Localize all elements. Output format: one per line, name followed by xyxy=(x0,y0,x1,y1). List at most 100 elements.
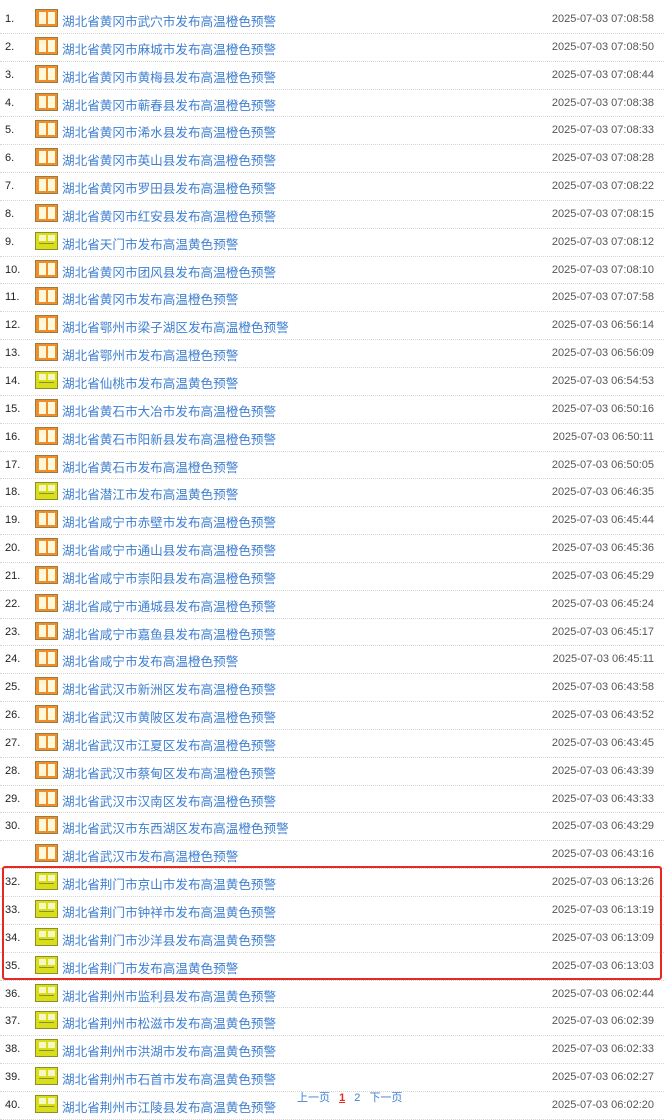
alert-timestamp: 2025-07-03 06:43:39 xyxy=(551,764,654,777)
orange-warning-icon xyxy=(35,259,58,278)
alert-title-link[interactable]: 湖北省武汉市蔡甸区发布高温橙色预警 xyxy=(62,763,276,782)
alert-title-link[interactable]: 湖北省仙桃市发布高温黄色预警 xyxy=(62,373,238,392)
alert-timestamp: 2025-07-03 06:43:58 xyxy=(551,681,654,694)
item-number: 13. xyxy=(5,347,21,360)
alert-timestamp: 2025-07-03 07:08:58 xyxy=(551,13,654,25)
item-number: 26. xyxy=(5,709,21,722)
orange-warning-icon xyxy=(35,732,58,751)
page-2-link[interactable]: 2 xyxy=(354,1092,360,1104)
alert-title-link[interactable]: 湖北省咸宁市赤壁市发布高温橙色预警 xyxy=(62,512,276,531)
yellow-warning-icon xyxy=(35,482,58,501)
alert-title-link[interactable]: 湖北省黄石市大冶市发布高温橙色预警 xyxy=(62,401,276,420)
alert-timestamp: 2025-07-03 06:45:44 xyxy=(551,514,654,527)
alert-title-link[interactable]: 湖北省黄石市发布高温橙色预警 xyxy=(62,457,238,476)
alert-title-link[interactable]: 湖北省黄冈市黄梅县发布高温橙色预警 xyxy=(62,67,276,86)
alert-timestamp: 2025-07-03 07:08:10 xyxy=(551,263,654,276)
yellow-warning-icon xyxy=(35,1011,58,1030)
item-number: 4. xyxy=(5,96,15,109)
alert-title-link[interactable]: 湖北省武汉市黄陂区发布高温橙色预警 xyxy=(62,707,276,726)
alert-title-link[interactable]: 湖北省鄂州市梁子湖区发布高温橙色预警 xyxy=(62,317,289,336)
alert-timestamp: 2025-07-03 06:45:11 xyxy=(552,653,654,666)
orange-warning-icon xyxy=(35,621,58,640)
alert-title-link[interactable]: 湖北省武汉市东西湖区发布高温橙色预警 xyxy=(62,818,289,837)
yellow-warning-icon xyxy=(35,983,58,1002)
alert-title-link[interactable]: 湖北省咸宁市通城县发布高温橙色预警 xyxy=(62,596,276,615)
list-item: 20. 湖北省咸宁市通山县发布高温橙色预警 2025-07-03 06:45:36 xyxy=(0,535,664,563)
list-item: 12. 湖北省鄂州市梁子湖区发布高温橙色预警 2025-07-03 06:56:14 xyxy=(0,312,664,341)
alert-title-link[interactable]: 湖北省黄冈市麻城市发布高温橙色预警 xyxy=(62,39,276,58)
orange-warning-icon xyxy=(35,315,58,334)
alert-timestamp: 2025-07-03 06:02:39 xyxy=(551,1015,654,1028)
list-item: 8. 湖北省黄冈市红安县发布高温橙色预警 2025-07-03 07:08:15 xyxy=(0,201,664,229)
item-number: 10. xyxy=(5,263,21,276)
alert-title-link[interactable]: 湖北省武汉市发布高温橙色预警 xyxy=(62,846,238,865)
alert-timestamp: 2025-07-03 06:54:53 xyxy=(551,374,654,387)
alert-title-link[interactable]: 湖北省荆州市洪湖市发布高温黄色预警 xyxy=(62,1041,276,1060)
alert-title-link[interactable]: 湖北省黄石市阳新县发布高温橙色预警 xyxy=(62,429,276,448)
list-item: 6. 湖北省黄冈市英山县发布高温橙色预警 2025-07-03 07:08:28 xyxy=(0,145,664,174)
alert-title-link[interactable]: 湖北省黄冈市罗田县发布高温橙色预警 xyxy=(62,178,276,197)
pagination: 上一页 1 2 下一页 xyxy=(297,1089,408,1105)
next-page-link[interactable]: 下一页 xyxy=(369,1092,402,1104)
alert-timestamp: 2025-07-03 06:45:17 xyxy=(551,625,654,638)
alert-timestamp: 2025-07-03 07:08:28 xyxy=(551,152,654,165)
item-number: 38. xyxy=(5,1043,21,1056)
alert-title-link[interactable]: 湖北省咸宁市通山县发布高温橙色预警 xyxy=(62,540,276,559)
orange-warning-icon xyxy=(35,844,58,863)
alert-title-link[interactable]: 湖北省鄂州市发布高温橙色预警 xyxy=(62,345,238,364)
alert-title-link[interactable]: 湖北省黄冈市蕲春县发布高温橙色预警 xyxy=(62,95,276,114)
orange-warning-icon xyxy=(35,510,58,529)
alert-timestamp: 2025-07-03 06:02:27 xyxy=(551,1071,654,1084)
yellow-warning-icon xyxy=(35,1039,58,1058)
alert-title-link[interactable]: 湖北省黄冈市英山县发布高温橙色预警 xyxy=(62,150,276,169)
item-number: 21. xyxy=(5,569,21,582)
orange-warning-icon xyxy=(35,649,58,668)
list-item: 7. 湖北省黄冈市罗田县发布高温橙色预警 2025-07-03 07:08:22 xyxy=(0,173,664,201)
alert-title-link[interactable]: 湖北省武汉市江夏区发布高温橙色预警 xyxy=(62,735,276,754)
alert-title-link[interactable]: 湖北省黄冈市红安县发布高温橙色预警 xyxy=(62,206,276,225)
alert-title-link[interactable]: 湖北省咸宁市发布高温橙色预警 xyxy=(62,651,238,670)
alert-timestamp: 2025-07-03 07:08:12 xyxy=(551,235,654,248)
yellow-warning-icon xyxy=(35,1067,58,1086)
item-number: 7. xyxy=(5,180,15,193)
item-number: 5. xyxy=(5,124,15,137)
alert-title-link[interactable]: 湖北省武汉市汉南区发布高温橙色预警 xyxy=(62,791,276,810)
prev-page-link[interactable]: 上一页 xyxy=(297,1092,330,1104)
item-number: 15. xyxy=(5,402,21,415)
alert-title-link[interactable]: 湖北省荆州市江陵县发布高温黄色预警 xyxy=(62,1097,276,1116)
alert-title-link[interactable]: 湖北省武汉市新洲区发布高温橙色预警 xyxy=(62,679,276,698)
list-item: 27. 湖北省武汉市江夏区发布高温橙色预警 2025-07-03 06:43:45 xyxy=(0,730,664,758)
item-number: 19. xyxy=(5,514,21,527)
orange-warning-icon xyxy=(35,454,58,473)
orange-warning-icon xyxy=(35,816,58,835)
orange-warning-icon xyxy=(35,677,58,696)
list-item: 25. 湖北省武汉市新洲区发布高温橙色预警 2025-07-03 06:43:58 xyxy=(0,674,664,703)
alert-timestamp: 2025-07-03 06:45:36 xyxy=(551,542,654,555)
list-item: 21. 湖北省咸宁市崇阳县发布高温橙色预警 2025-07-03 06:45:29 xyxy=(0,563,664,591)
list-item: 4. 湖北省黄冈市蕲春县发布高温橙色预警 2025-07-03 07:08:38 xyxy=(0,90,664,118)
alert-title-link[interactable]: 湖北省黄冈市团风县发布高温橙色预警 xyxy=(62,262,276,281)
alert-title-link[interactable]: 湖北省黄冈市发布高温橙色预警 xyxy=(62,289,238,308)
orange-warning-icon xyxy=(35,426,58,445)
item-number: 8. xyxy=(5,207,15,220)
item-number: 9. xyxy=(5,235,15,248)
alert-title-link[interactable]: 湖北省荆州市监利县发布高温黄色预警 xyxy=(62,986,276,1005)
alert-title-link[interactable]: 湖北省黄冈市武穴市发布高温橙色预警 xyxy=(62,11,276,30)
list-item: 26. 湖北省武汉市黄陂区发布高温橙色预警 2025-07-03 06:43:52 xyxy=(0,702,664,730)
alert-title-link[interactable]: 湖北省咸宁市崇阳县发布高温橙色预警 xyxy=(62,568,276,587)
alert-title-link[interactable]: 湖北省黄冈市浠水县发布高温橙色预警 xyxy=(62,122,276,141)
alert-title-link[interactable]: 湖北省潜江市发布高温黄色预警 xyxy=(62,484,238,503)
page-1-link[interactable]: 1 xyxy=(339,1092,345,1104)
list-item: 9. 湖北省天门市发布高温黄色预警 2025-07-03 07:08:12 xyxy=(0,229,664,257)
alert-title-link[interactable]: 湖北省荆州市松滋市发布高温黄色预警 xyxy=(62,1013,276,1032)
alert-title-link[interactable]: 湖北省咸宁市嘉鱼县发布高温橙色预警 xyxy=(62,624,276,643)
item-number: 27. xyxy=(5,736,21,749)
list-item: 37. 湖北省荆州市松滋市发布高温黄色预警 2025-07-03 06:02:39 xyxy=(0,1008,664,1037)
alert-title-link[interactable]: 湖北省天门市发布高温黄色预警 xyxy=(62,234,238,253)
alert-timestamp: 2025-07-03 06:02:20 xyxy=(551,1098,654,1111)
orange-warning-icon xyxy=(35,9,58,27)
alert-title-link[interactable]: 湖北省荆州市石首市发布高温黄色预警 xyxy=(62,1069,276,1088)
orange-warning-icon xyxy=(35,287,58,306)
alert-timestamp: 2025-07-03 07:08:15 xyxy=(551,207,654,220)
alert-timestamp: 2025-07-03 07:07:58 xyxy=(551,291,654,304)
